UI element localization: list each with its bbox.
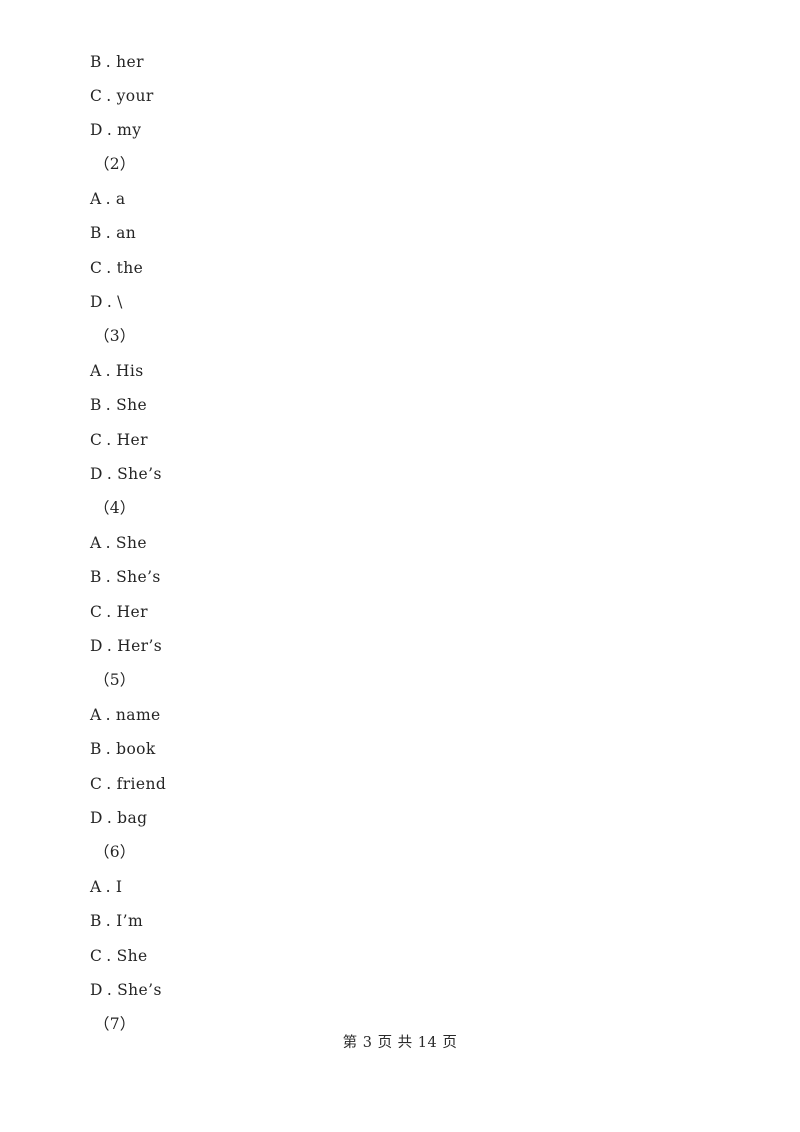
option-text: her [116,53,144,71]
answer-option: C. She [90,939,148,973]
option-separator: . [106,603,112,621]
option-text: friend [116,775,167,793]
option-letter: A [90,534,102,552]
option-separator: . [106,293,113,311]
option-letter: D [90,637,103,655]
option-letter: D [90,465,103,483]
option-separator: . [105,740,112,758]
answer-option: A. His [90,354,144,388]
document-page: B. her C. your D. my （2） A. a B. an C. the D. \ （3） A. Hi… [0,0,800,1132]
option-text: my [117,121,142,139]
question-number: （4） [94,499,136,517]
option-letter: B [90,912,102,930]
answer-option: D. \ [90,285,123,319]
option-letter: A [90,362,102,380]
question-number: （2） [94,155,136,173]
option-text: Her [116,603,148,621]
option-separator: . [105,568,112,586]
answer-option: D. She’s [90,457,162,491]
option-text: She’s [117,981,162,999]
option-letter: C [90,947,103,965]
answer-option: A. She [90,526,147,560]
option-text: I’m [116,912,144,930]
option-text: She’s [116,568,161,586]
option-letter: D [90,981,103,999]
option-text: the [116,259,144,277]
option-text: His [115,362,144,380]
page-footer: 第 3 页 共 14 页 [342,1035,458,1051]
answer-option: D. She’s [90,973,162,1007]
option-separator: . [106,465,113,483]
option-separator: . [106,809,113,827]
option-separator: . [106,259,112,277]
answer-option: D. bag [90,801,147,835]
option-text: an [116,224,137,242]
answer-option: C. friend [90,767,166,801]
option-letter: B [90,224,102,242]
option-text: Her’s [117,637,163,655]
option-text: She’s [117,465,162,483]
option-letter: C [90,259,103,277]
option-letter: B [90,396,102,414]
answer-option: C. your [90,79,154,113]
option-separator: . [106,87,112,105]
option-separator: . [105,224,112,242]
option-letter: C [90,87,103,105]
option-letter: B [90,568,102,586]
option-letter: C [90,431,103,449]
option-letter: B [90,53,102,71]
option-text: book [116,740,156,758]
answer-option: B. her [90,45,144,79]
question-number: （6） [94,843,136,861]
option-text: a [115,190,126,208]
option-text: \ [117,293,123,311]
option-separator: . [105,362,111,380]
answer-option: D. Her’s [90,629,162,663]
answer-option: B. I’m [90,904,143,938]
option-letter: D [90,809,103,827]
answer-option: C. Her [90,423,148,457]
option-text: your [116,87,154,105]
answer-option: B. She’s [90,560,161,594]
question-number: （5） [94,671,136,689]
option-letter: C [90,775,103,793]
option-separator: . [106,121,113,139]
option-letter: B [90,740,102,758]
answer-option: C. Her [90,595,148,629]
option-separator: . [106,775,112,793]
option-separator: . [105,53,112,71]
option-text: bag [117,809,148,827]
option-text: She [116,396,148,414]
option-separator: . [105,534,111,552]
option-text: name [115,706,161,724]
answer-option: A.I [90,870,122,904]
answer-option: B. an [90,216,136,250]
answer-option: B. book [90,732,156,766]
option-text: She [116,947,148,965]
option-separator: . [106,431,112,449]
option-separator: . [105,706,111,724]
answer-option: C. the [90,251,143,285]
option-letter: C [90,603,103,621]
option-separator: . [106,637,113,655]
answer-option: D. my [90,113,141,147]
answer-option: B. She [90,388,147,422]
option-text: I [115,878,123,896]
option-letter: D [90,293,103,311]
option-separator: . [105,396,112,414]
option-separator: . [106,981,113,999]
answer-option: A.a [90,182,126,216]
option-letter: A [90,878,102,896]
option-text: Her [116,431,148,449]
option-letter: A [90,706,102,724]
question-number: （3） [94,327,136,345]
option-text: She [115,534,147,552]
option-separator: . [105,878,111,896]
option-separator: . [106,947,112,965]
option-letter: A [90,190,102,208]
answer-option: A. name [90,698,161,732]
option-letter: D [90,121,103,139]
option-separator: . [105,190,111,208]
option-separator: . [105,912,112,930]
